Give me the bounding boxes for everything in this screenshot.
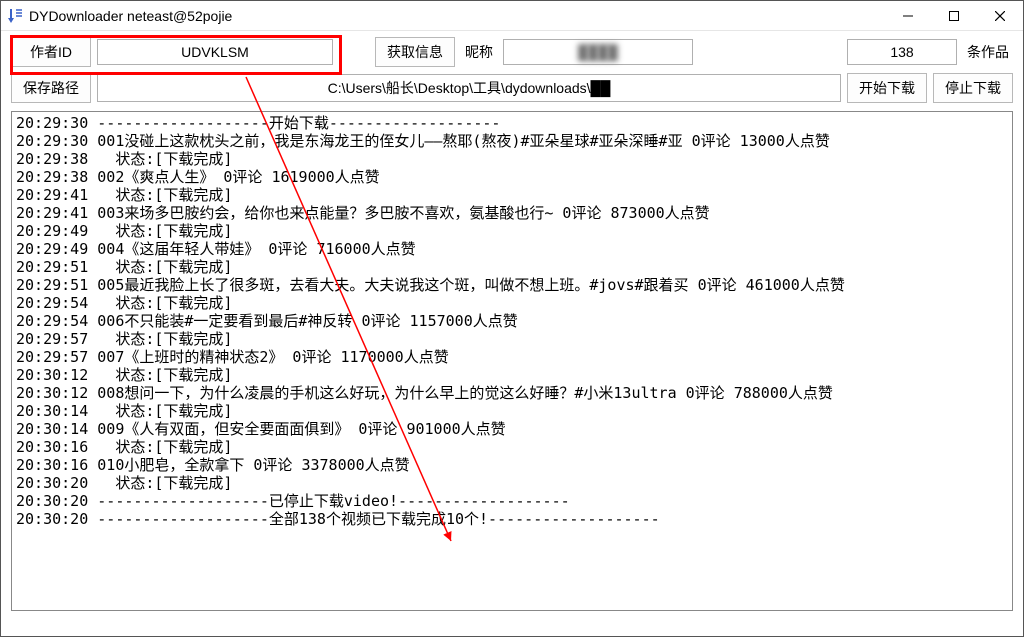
path-row: 保存路径 C:\Users\船长\Desktop\工具\dydownloads\… bbox=[1, 71, 1023, 107]
nickname-field: ████ bbox=[503, 39, 693, 65]
nickname-value: ████ bbox=[578, 44, 618, 60]
count-field: 138 bbox=[847, 39, 957, 65]
count-label: 条作品 bbox=[963, 42, 1013, 62]
minimize-button[interactable] bbox=[885, 1, 931, 31]
get-info-button[interactable]: 获取信息 bbox=[375, 37, 455, 67]
titlebar: DYDownloader neteast@52pojie bbox=[1, 1, 1023, 31]
app-icon bbox=[7, 8, 23, 24]
top-row: 作者ID UDVKLSM 获取信息 昵称 ████ 138 条作品 bbox=[1, 31, 1023, 71]
stop-download-button[interactable]: 停止下载 bbox=[933, 73, 1013, 103]
author-id-input[interactable]: UDVKLSM bbox=[97, 39, 333, 65]
log-textarea[interactable]: 20:29:30 -------------------开始下载--------… bbox=[11, 111, 1013, 611]
author-id-button[interactable]: 作者ID bbox=[11, 37, 91, 67]
save-path-field[interactable]: C:\Users\船长\Desktop\工具\dydownloads\██ bbox=[97, 74, 841, 102]
maximize-button[interactable] bbox=[931, 1, 977, 31]
nickname-label: 昵称 bbox=[461, 42, 497, 62]
save-path-button[interactable]: 保存路径 bbox=[11, 73, 91, 103]
start-download-button[interactable]: 开始下载 bbox=[847, 73, 927, 103]
close-button[interactable] bbox=[977, 1, 1023, 31]
window-title: DYDownloader neteast@52pojie bbox=[29, 8, 885, 24]
app-window: DYDownloader neteast@52pojie 作者ID UDVKLS… bbox=[0, 0, 1024, 637]
